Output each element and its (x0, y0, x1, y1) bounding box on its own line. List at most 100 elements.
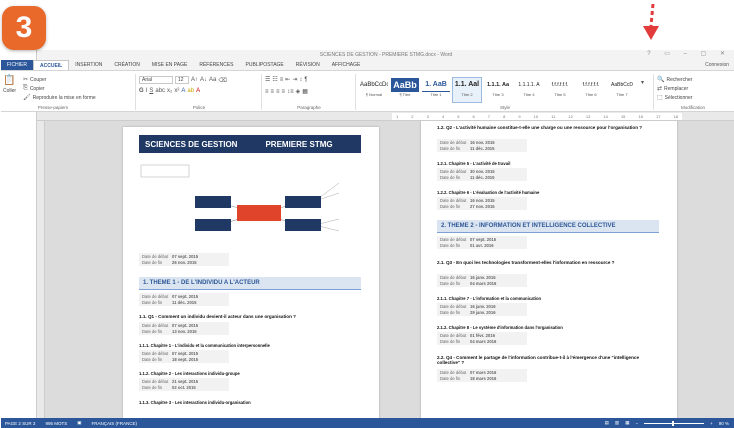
word-count[interactable]: 995 MOTS (45, 421, 67, 426)
select-button[interactable]: ⬚ Sélectionner (657, 94, 693, 102)
ruler-tick-label: 17 (655, 114, 661, 119)
font-color-icon[interactable]: A (196, 88, 200, 94)
date-box: Date de début 07 sept. 2015 Date de fin 11 … (139, 293, 229, 306)
ribbon: 📋 Coller ✂ Couper ⎘ Copier 🖌 Reproduire la … (1, 70, 734, 112)
style-heading-2[interactable]: 1.1. Aal Titre 2 (452, 77, 482, 103)
date-end-value: 27 nov. 2015 (470, 203, 495, 209)
tab-file[interactable]: FICHIER (1, 60, 33, 70)
font-size-select[interactable]: 12 (175, 76, 189, 84)
tab-layout[interactable]: MISE EN PAGE (146, 60, 193, 70)
font-name-select[interactable]: Arial (139, 76, 173, 84)
style-heading-3[interactable]: 1.1.1. Aa Titre 3 (483, 77, 513, 103)
style-heading-4[interactable]: 1.1.1.1. A Titre 4 (514, 77, 544, 103)
date-start-value: 01 févr. 2016 (470, 333, 495, 338)
bullets-icon[interactable]: ☰ (265, 76, 270, 83)
step-number-badge: 3 (2, 6, 46, 50)
style-name: Titre 7 (616, 92, 628, 97)
bold-icon[interactable]: G (139, 88, 144, 94)
editing-group: 🔍 Rechercher ⇄ Remplacer ⬚ Sélectionner Mod… (657, 73, 729, 111)
date-box: Date de début 16 nov. 2015 Date de fin 27 n… (437, 197, 527, 210)
decrease-indent-icon[interactable]: ⇤ (285, 76, 290, 83)
zoom-slider[interactable] (644, 420, 705, 426)
grow-font-icon[interactable]: A↑ (191, 77, 198, 83)
tab-references[interactable]: RÉFÉRENCES (193, 60, 239, 70)
date-start-value: 30 nov. 2015 (470, 169, 495, 174)
change-case-icon[interactable]: Aa (209, 77, 216, 83)
ruler-tick-label: 1 (396, 114, 399, 119)
ruler-tick-label: 8 (503, 114, 506, 119)
tab-mailings[interactable]: PUBLIPOSTAGE (240, 60, 290, 70)
format-painter-button[interactable]: 🖌 Reproduire la mise en forme (23, 94, 96, 102)
strikethrough-icon[interactable]: abc (155, 88, 165, 94)
shrink-font-icon[interactable]: A↓ (200, 77, 207, 83)
tab-review[interactable]: RÉVISION (290, 60, 326, 70)
zoom-in-icon[interactable]: + (710, 421, 713, 426)
heading-theme-1: 1. THEME 1 - DE L'INDIVIDU A L'ACTEUR (139, 277, 361, 290)
ruler-tick-label: 9 (518, 114, 521, 119)
style-sample: AaBb (391, 78, 419, 92)
align-right-icon[interactable]: ≡ (276, 89, 280, 95)
style-heading-1[interactable]: 1. AaB Titre 1 (421, 77, 451, 103)
date-box: Date de début 01 févr. 2016 Date de fin 04 … (437, 332, 527, 345)
sign-in-link[interactable]: Connexion (699, 60, 734, 70)
tab-view[interactable]: AFFICHAGE (326, 60, 367, 70)
style-title[interactable]: AaBb ¶ Titre (390, 77, 420, 103)
date-start-value: 07 sept. 2015 (172, 323, 199, 328)
replace-button[interactable]: ⇄ Remplacer (657, 85, 688, 93)
heading-chapter-8: 2.1.2. Chapitre 8 - Le système d'informa… (437, 325, 563, 330)
align-center-icon[interactable]: ≡ (271, 89, 275, 95)
style-normal[interactable]: AaBbCcDc ¶ Normal (359, 77, 389, 103)
copy-button[interactable]: ⎘ Copier (23, 85, 45, 92)
proofing-icon[interactable]: ▣ (77, 420, 81, 426)
show-marks-icon[interactable]: ¶ (304, 77, 307, 83)
line-spacing-icon[interactable]: ↕≡ (287, 89, 294, 95)
date-box: Date de début 30 nov. 2015 Date de fin 11 d… (437, 168, 527, 181)
date-end-value: 26 nov. 2015 (172, 259, 197, 265)
numbering-icon[interactable]: ☷ (272, 76, 277, 83)
title-bar: SCIENCES DE GESTION - PREMIERE STMG.docx… (37, 50, 734, 60)
date-end-label: Date de fin (440, 309, 461, 315)
read-mode-icon[interactable]: ▤ (605, 420, 609, 426)
language[interactable]: FRANÇAIS (FRANCE) (91, 421, 137, 426)
date-end-label: Date de fin (440, 145, 461, 151)
web-layout-icon[interactable]: ▦ (625, 420, 629, 426)
print-layout-icon[interactable]: ▥ (615, 420, 619, 426)
heading-chapter-5: 1.2.1. Chapitre 5 - L'activité de travai… (437, 161, 511, 166)
subscript-icon[interactable]: x₂ (167, 88, 172, 94)
select-label: Sélectionner (664, 94, 693, 101)
window-controls[interactable]: ? ▭ – ▢ ✕ (647, 50, 731, 57)
cut-button[interactable]: ✂ Couper (23, 76, 46, 84)
binoculars-icon: 🔍 (657, 77, 665, 83)
style-heading-6[interactable]: f.f.f.f.f.f. Titre 6 (576, 77, 606, 103)
style-heading-7[interactable]: AaBbCcD Titre 7 (607, 77, 637, 103)
clear-format-icon[interactable]: ⌫ (218, 77, 226, 84)
paste-button[interactable]: 📋 Coller (3, 75, 16, 94)
zoom-level[interactable]: 90 % (719, 421, 729, 426)
italic-icon[interactable]: I (146, 88, 148, 94)
ruler-tick-label: 5 (457, 114, 460, 119)
tab-home[interactable]: ACCUEIL (33, 60, 70, 70)
style-heading-5[interactable]: f.f.f.f.f.f. Titre 5 (545, 77, 575, 103)
superscript-icon[interactable]: x² (174, 88, 179, 94)
tab-insert[interactable]: INSERTION (69, 60, 108, 70)
highlight-icon[interactable]: ab (187, 88, 194, 94)
page-count[interactable]: PAGE 2 SUR 3 (5, 421, 35, 426)
align-left-icon[interactable]: ≡ (265, 89, 269, 95)
date-box: Date de début 07 mars 2016 Date de fin 18 m… (437, 369, 527, 382)
shading-icon[interactable]: ◈ (296, 88, 301, 95)
paragraph-group-label: Paragraphe (297, 105, 321, 110)
underline-icon[interactable]: S (149, 88, 153, 94)
tab-design[interactable]: CRÉATION (108, 60, 145, 70)
find-button[interactable]: 🔍 Rechercher (657, 76, 692, 84)
text-effects-icon[interactable]: A (181, 88, 185, 94)
zoom-out-icon[interactable]: − (635, 421, 638, 426)
divider (135, 74, 136, 110)
sort-icon[interactable]: ↕ (299, 77, 302, 83)
style-sample: 1. AaB (422, 78, 450, 92)
justify-icon[interactable]: ≡ (282, 89, 286, 95)
styles-more-icon[interactable]: ▾ (641, 79, 644, 86)
increase-indent-icon[interactable]: ⇥ (292, 76, 297, 83)
multilevel-list-icon[interactable]: ≡ (280, 77, 284, 83)
zoom-slider-thumb[interactable] (672, 420, 675, 426)
borders-icon[interactable]: ▦ (302, 88, 308, 95)
